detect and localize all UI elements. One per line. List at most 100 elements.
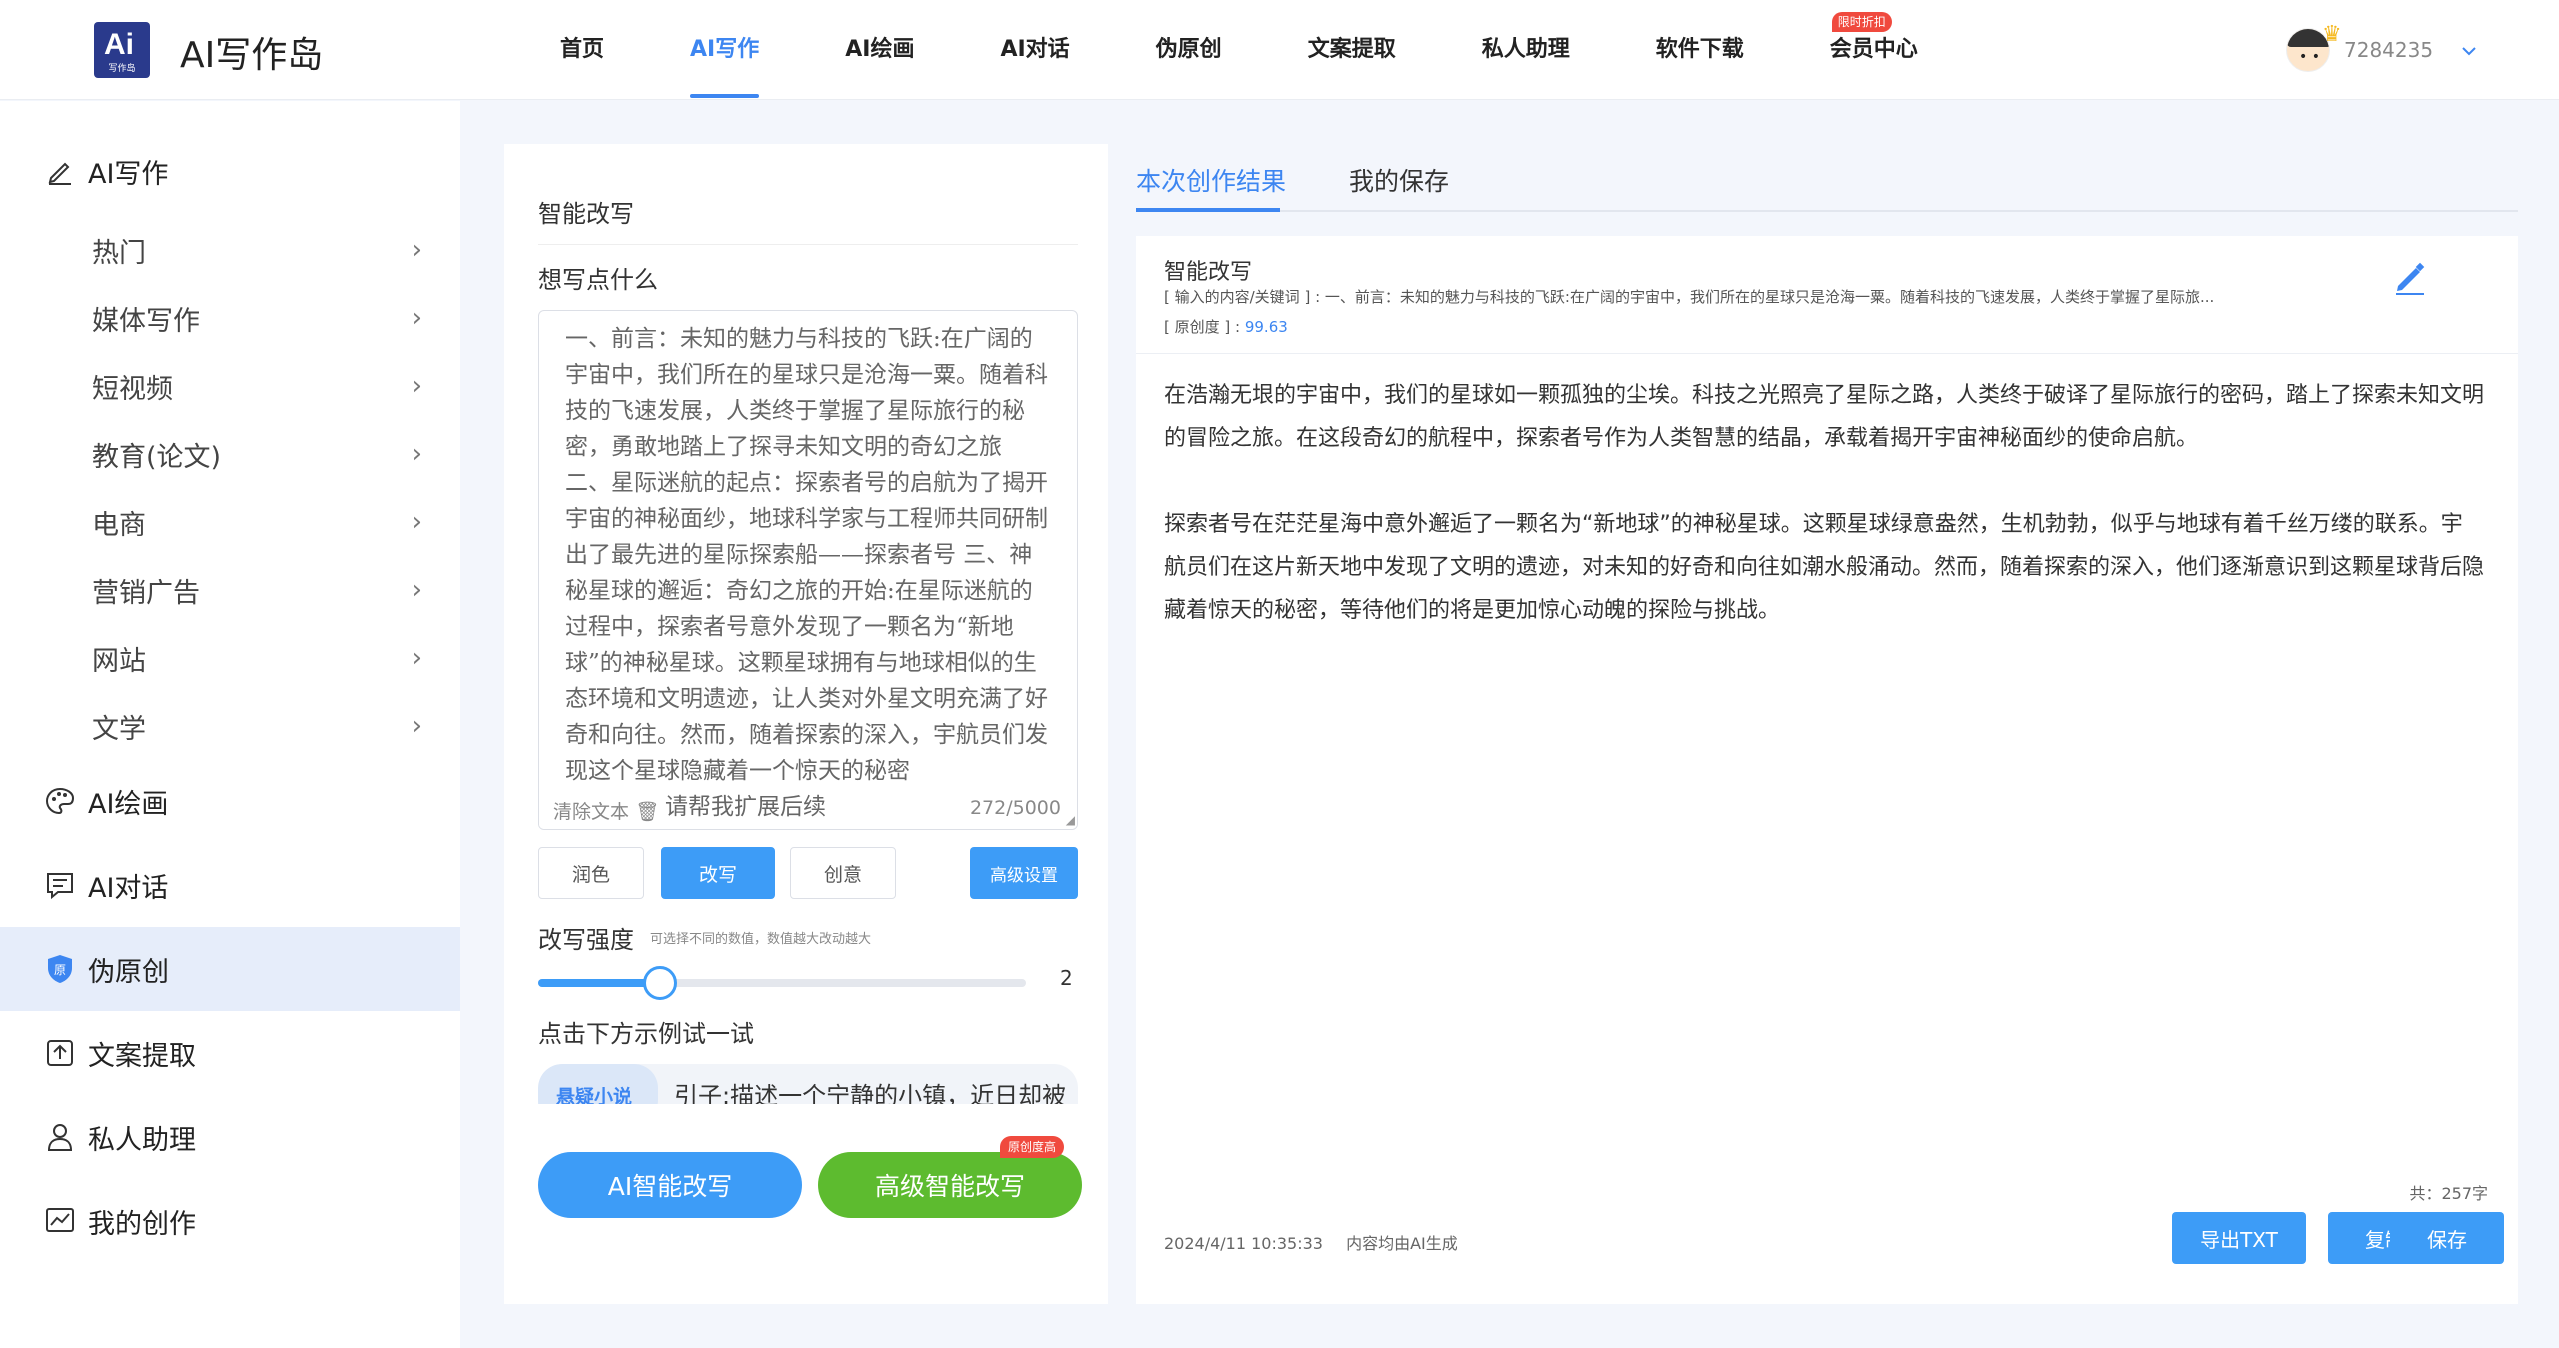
palette-icon xyxy=(42,783,78,819)
sidebar-sub-short-video[interactable]: 短视频 › xyxy=(92,356,422,416)
logo[interactable]: Ai 写作岛 xyxy=(94,22,150,78)
nav-member-center-label: 会员中心 xyxy=(1829,37,1918,62)
chat-icon xyxy=(42,867,78,903)
polish-button[interactable]: 润色 xyxy=(538,847,644,899)
crown-icon: ♛ xyxy=(2322,22,2342,47)
sidebar-sub-label: 营销广告 xyxy=(92,577,200,609)
sidebar-item-ai-painting[interactable]: AI绘画 xyxy=(0,759,460,843)
strength-hint: 可选择不同的数值，数值越大改动越大 xyxy=(650,932,872,947)
edit-icon[interactable] xyxy=(2390,258,2430,298)
result-header: 智能改写 [ 输入的内容/关键词 ] : 一、前言：未知的魅力与科技的飞跃:在广… xyxy=(1136,236,2518,354)
rewrite-button[interactable]: 改写 xyxy=(661,847,775,899)
tab-my-saved[interactable]: 我的保存 xyxy=(1349,162,1449,198)
tab-current-result[interactable]: 本次创作结果 xyxy=(1136,162,1286,198)
chevron-right-icon: › xyxy=(411,371,422,401)
strength-slider[interactable] xyxy=(538,966,1026,1000)
slider-fill xyxy=(538,979,660,987)
sidebar-item-label: AI绘画 xyxy=(88,788,169,820)
slider-thumb[interactable] xyxy=(643,966,677,1000)
result-char-count: 共：257字 xyxy=(2409,1184,2488,1203)
sidebar-item-private-assistant[interactable]: 私人助理 xyxy=(0,1095,460,1179)
result-meta: 2024/4/11 10:35:33 内容均由AI生成 xyxy=(1164,1230,1476,1254)
sidebar-item-label: AI写作 xyxy=(88,158,169,190)
sidebar-sub-label: 教育(论文) xyxy=(92,441,222,473)
sidebar-item-label: 伪原创 xyxy=(88,956,169,988)
textarea-footer: 清除文本 🗑 请帮我扩展后续 272/5000 ◢ xyxy=(539,793,1077,829)
sidebar-item-my-creations[interactable]: 我的创作 xyxy=(0,1179,460,1263)
logo-caption: 写作岛 xyxy=(108,64,136,74)
chevron-right-icon: › xyxy=(411,711,422,741)
example-text: 引子:描述一个宁静的小镇，近日却被 xyxy=(674,1082,1067,1104)
example-card[interactable]: 悬疑小说 引子:描述一个宁静的小镇，近日却被 xyxy=(538,1064,1078,1104)
sidebar-sub-education[interactable]: 教育(论文) › xyxy=(92,424,422,484)
example-tag: 悬疑小说 xyxy=(538,1064,658,1104)
user-id: 7284235 xyxy=(2344,38,2434,62)
sidebar-sub-media[interactable]: 媒体写作 › xyxy=(92,288,422,348)
strength-value: 2 xyxy=(1060,966,1073,990)
chevron-right-icon: › xyxy=(411,235,422,265)
sidebar-item-pseudo-original[interactable]: 原 伪原创 xyxy=(0,927,460,1011)
avatar-wrap: • • ♛ xyxy=(2286,22,2342,72)
originality-score: [ 原创度 ] : 99.63 xyxy=(1164,316,1288,337)
svg-text:原: 原 xyxy=(54,963,66,977)
sidebar-item-copy-extract[interactable]: 文案提取 xyxy=(0,1011,460,1095)
ai-generated-note: 内容均由AI生成 xyxy=(1346,1234,1458,1253)
resize-handle[interactable]: ◢ xyxy=(1066,813,1075,827)
ai-rewrite-button[interactable]: AI智能改写 xyxy=(538,1152,802,1218)
advanced-settings-button[interactable]: 高级设置 xyxy=(970,847,1078,899)
sidebar-sub-label: 热门 xyxy=(92,237,146,269)
result-panel: 智能改写 [ 输入的内容/关键词 ] : 一、前言：未知的魅力与科技的飞跃:在广… xyxy=(1136,236,2518,1304)
nav-private-assistant[interactable]: 私人助理 xyxy=(1482,0,1570,100)
sidebar-sub-label: 文学 xyxy=(92,713,146,745)
user-icon xyxy=(42,1119,78,1155)
chevron-right-icon: › xyxy=(411,303,422,333)
sidebar-item-label: AI对话 xyxy=(88,872,169,904)
sidebar-item-label: 我的创作 xyxy=(88,1208,196,1240)
originality-label: [ 原创度 ] : xyxy=(1164,318,1241,336)
textarea-placeholder: 请帮我扩展后续 xyxy=(665,794,826,820)
advanced-rewrite-button[interactable]: 高级智能改写 xyxy=(818,1152,1082,1218)
clear-text-button[interactable]: 清除文本 🗑 xyxy=(553,797,659,824)
save-button[interactable]: 保存 xyxy=(2390,1212,2504,1264)
top-header: Ai 写作岛 AI写作岛 首页 AI写作 AI绘画 AI对话 伪原创 文案提取 … xyxy=(0,0,2559,100)
main-nav: 首页 AI写作 AI绘画 AI对话 伪原创 文案提取 私人助理 软件下载 会员中… xyxy=(560,0,2004,100)
sidebar-item-ai-writing[interactable]: AI写作 xyxy=(0,129,460,213)
chevron-right-icon: › xyxy=(411,507,422,537)
sidebar-item-ai-chat[interactable]: AI对话 xyxy=(0,843,460,927)
content-textarea[interactable]: 一、前言：未知的魅力与科技的飞跃:在广阔的宇宙中，我们所在的星球只是沧海一粟。随… xyxy=(538,310,1078,830)
sidebar-sub-ecommerce[interactable]: 电商 › xyxy=(92,492,422,552)
pencil-icon xyxy=(42,153,78,189)
nav-copy-extract[interactable]: 文案提取 xyxy=(1308,0,1396,100)
chevron-down-icon[interactable] xyxy=(2461,41,2477,60)
divider xyxy=(538,244,1078,245)
export-txt-button[interactable]: 导出TXT xyxy=(2172,1212,2306,1264)
nav-software-download[interactable]: 软件下载 xyxy=(1656,0,1744,100)
discount-badge: 限时折扣 xyxy=(1831,12,1892,32)
app-title: AI写作岛 xyxy=(180,35,324,76)
editor-panel: 智能改写 想写点什么 一、前言：未知的魅力与科技的飞跃:在广阔的宇宙中，我们所在… xyxy=(504,144,1108,1304)
nav-ai-writing[interactable]: AI写作 xyxy=(690,0,760,100)
chevron-right-icon: › xyxy=(411,439,422,469)
sidebar-sub-literature[interactable]: 文学 › xyxy=(92,696,422,756)
nav-pseudo-original[interactable]: 伪原创 xyxy=(1156,0,1222,100)
input-summary: [ 输入的内容/关键词 ] : 一、前言：未知的魅力与科技的飞跃:在广阔的宇宙中… xyxy=(1164,288,2215,306)
nav-ai-chat[interactable]: AI对话 xyxy=(1000,0,1069,100)
nav-member-center[interactable]: 会员中心 限时折扣 xyxy=(1830,0,1918,100)
result-content: 在浩瀚无垠的宇宙中，我们的星球如一颗孤独的尘埃。科技之光照亮了星际之路，人类终于… xyxy=(1164,374,2484,675)
sidebar-sub-marketing[interactable]: 营销广告 › xyxy=(92,560,422,620)
nav-home[interactable]: 首页 xyxy=(560,0,604,100)
sidebar-sub-hot[interactable]: 热门 › xyxy=(92,220,422,280)
trash-icon: 🗑 xyxy=(635,801,660,823)
result-paragraph: 在浩瀚无垠的宇宙中，我们的星球如一颗孤独的尘埃。科技之光照亮了星际之路，人类终于… xyxy=(1164,383,2485,451)
sidebar-sub-website[interactable]: 网站 › xyxy=(92,628,422,688)
nav-ai-painting[interactable]: AI绘画 xyxy=(845,0,914,100)
sidebar: AI写作 热门 › 媒体写作 › 短视频 › 教育(论文) › 电商 › 营销广告 › 网站… xyxy=(0,101,460,1348)
shield-icon: 原 xyxy=(42,951,78,987)
strength-label: 改写强度 xyxy=(538,926,634,954)
sidebar-sub-label: 网站 xyxy=(92,645,146,677)
creative-button[interactable]: 创意 xyxy=(790,847,896,899)
sidebar-sub-label: 电商 xyxy=(92,509,146,541)
sidebar-sub-label: 媒体写作 xyxy=(92,305,200,337)
user-menu[interactable]: • • ♛ 7284235 xyxy=(2286,22,2477,76)
textarea-content[interactable]: 一、前言：未知的魅力与科技的飞跃:在广阔的宇宙中，我们所在的星球只是沧海一粟。随… xyxy=(565,321,1055,797)
